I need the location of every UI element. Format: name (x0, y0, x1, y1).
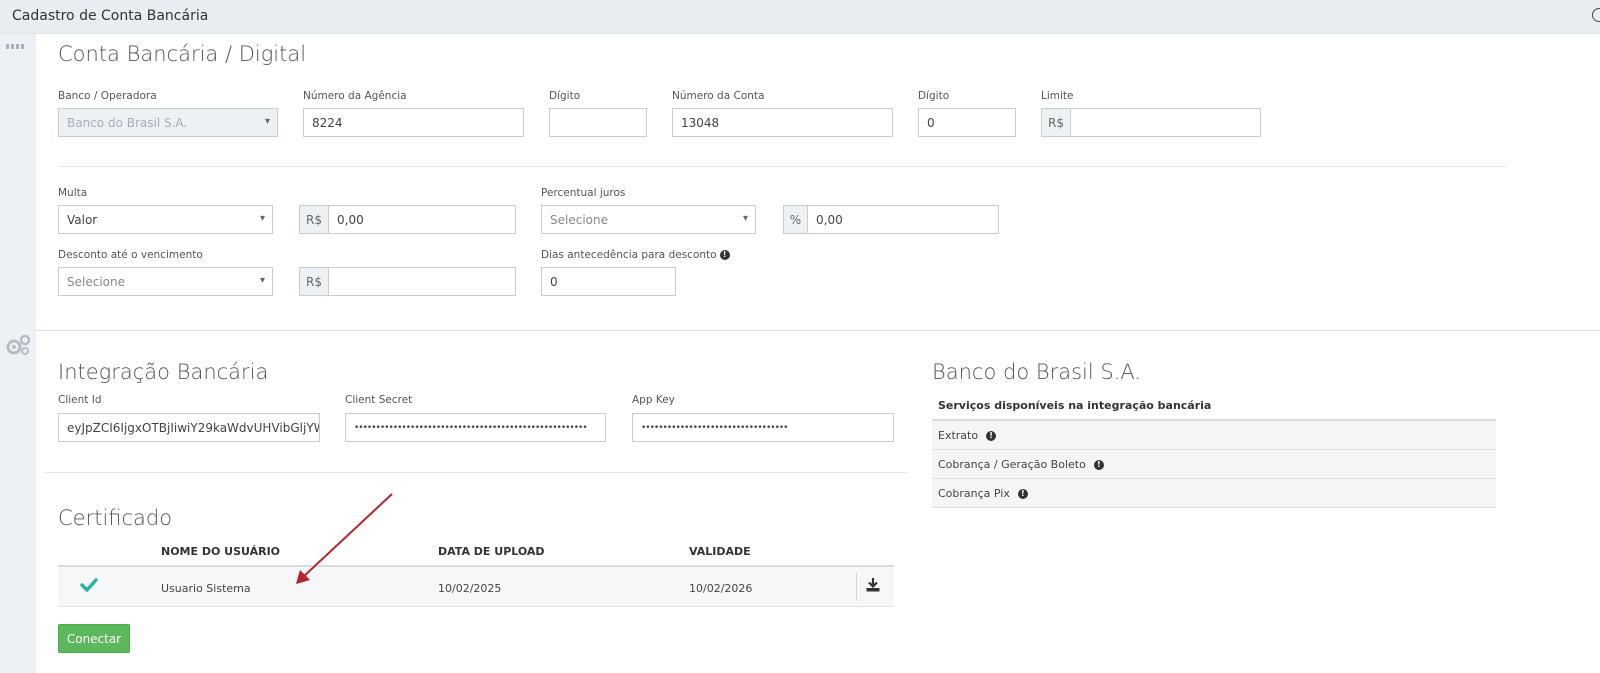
multa-select[interactable]: Valor (58, 205, 273, 234)
section-title-certificado: Certificado (58, 506, 173, 530)
check-icon (80, 578, 98, 592)
info-icon[interactable]: ! (986, 431, 997, 441)
cell-divider (856, 573, 857, 601)
desconto-label: Desconto até o vencimento (58, 249, 203, 261)
services-header: Serviços disponíveis na integração bancá… (932, 394, 1496, 421)
dias-input[interactable]: 0 (541, 267, 676, 296)
client-id-input[interactable]: eyJpZCI6IjgxOTBjIiwiY29kaWdvUHVibGljYWl (58, 413, 320, 442)
agencia-input[interactable]: 8224 (303, 108, 524, 137)
conta-digito-input[interactable]: 0 (918, 108, 1016, 137)
gears-icon (6, 334, 31, 355)
agencia-label: Número da Agência (303, 90, 407, 102)
conta-input[interactable]: 13048 (672, 108, 893, 137)
service-label: Cobrança Pix (938, 487, 1010, 500)
grip-icon (6, 34, 28, 49)
column-header-validade: VALIDADE (689, 545, 751, 558)
client-id-label: Client Id (58, 394, 102, 406)
desconto-select[interactable]: Selecione (58, 267, 273, 296)
download-icon[interactable] (865, 577, 881, 593)
services-table: Serviços disponíveis na integração bancá… (932, 394, 1496, 508)
section-title-conta: Conta Bancária / Digital (58, 42, 307, 66)
dias-label-text: Dias antecedência para desconto (541, 249, 717, 261)
column-header-upload: DATA DE UPLOAD (438, 545, 545, 558)
banco-label: Banco / Operadora (58, 90, 157, 102)
upload-date-cell: 10/02/2025 (438, 582, 502, 595)
limite-label: Limite (1041, 90, 1074, 102)
juros-prefix: % (783, 205, 808, 234)
app-key-label: App Key (632, 394, 675, 406)
app-key-input[interactable]: •••••••••••••••••••••••••••••••••• (632, 413, 894, 442)
multa-prefix: R$ (299, 205, 329, 234)
juros-amount-input[interactable]: 0,00 (807, 205, 999, 234)
section-title-banco: Banco do Brasil S.A. (932, 360, 1142, 384)
desconto-prefix: R$ (299, 267, 329, 296)
section-divider (36, 330, 1600, 331)
service-row: Extrato! (932, 421, 1496, 450)
usuario-cell: Usuario Sistema (161, 582, 251, 595)
banco-select[interactable]: Banco do Brasil S.A. (58, 108, 278, 137)
conta-label: Número da Conta (672, 90, 765, 102)
table-row: Usuario Sistema 10/02/2025 10/02/2026 (58, 565, 894, 607)
client-secret-input[interactable]: ••••••••••••••••••••••••••••••••••••••••… (345, 413, 606, 442)
client-secret-label: Client Secret (345, 394, 413, 406)
multa-label: Multa (58, 187, 88, 199)
service-row: Cobrança / Geração Boleto! (932, 450, 1496, 479)
info-icon[interactable]: ! (1093, 460, 1104, 470)
conta-digito-label: Dígito (918, 90, 950, 102)
section-title-integracao: Integração Bancária (58, 360, 269, 384)
juros-select[interactable]: Selecione (541, 205, 756, 234)
juros-label: Percentual juros (541, 187, 626, 199)
divider (58, 166, 1506, 167)
connect-button[interactable]: Conectar (58, 624, 130, 653)
info-icon[interactable]: ! (719, 250, 730, 260)
service-label: Cobrança / Geração Boleto (938, 458, 1086, 471)
help-icon[interactable] (1592, 8, 1600, 22)
info-icon[interactable]: ! (1017, 489, 1028, 499)
window-header: Cadastro de Conta Bancária (0, 0, 1600, 34)
annotation-arrow (296, 493, 393, 584)
agencia-digito-label: Dígito (549, 90, 581, 102)
divider (45, 472, 907, 473)
window-title: Cadastro de Conta Bancária (12, 8, 209, 24)
service-label: Extrato (938, 429, 979, 442)
limite-prefix: R$ (1041, 108, 1071, 137)
agencia-digito-input[interactable] (549, 108, 647, 137)
limite-input[interactable] (1070, 108, 1261, 137)
multa-amount-input[interactable]: 0,00 (328, 205, 516, 234)
service-row: Cobrança Pix! (932, 479, 1496, 508)
dias-label: Dias antecedência para desconto! (541, 249, 730, 261)
column-header-usuario: NOME DO USUÁRIO (161, 545, 281, 558)
validade-cell: 10/02/2026 (689, 582, 753, 595)
desconto-amount-input[interactable] (328, 267, 516, 296)
